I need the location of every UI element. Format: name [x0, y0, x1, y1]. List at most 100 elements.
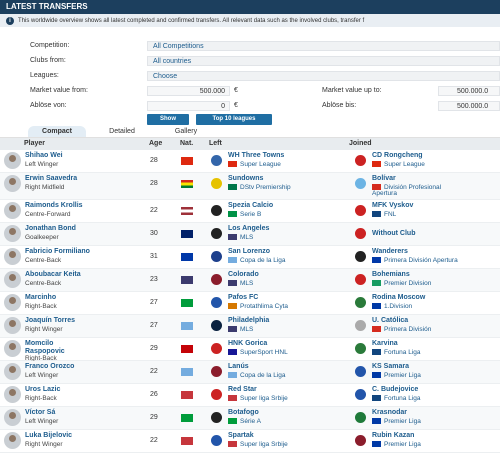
joined-league-text[interactable]: Premier Division [384, 280, 431, 287]
joined-club-name[interactable]: Bolívar [372, 175, 396, 182]
joined-club-league[interactable]: Premier Liga [372, 418, 421, 425]
joined-club-league[interactable]: Fortuna Liga [372, 349, 421, 356]
left-league-text[interactable]: DStv Premiership [240, 184, 291, 191]
joined-club-league[interactable]: Fortuna Liga [372, 395, 421, 402]
mv-upto-input[interactable]: 500.000.0 [438, 86, 500, 96]
joined-league-text[interactable]: Primera División [384, 326, 431, 333]
left-league-text[interactable]: Serie B [240, 211, 261, 218]
player-name[interactable]: Luka Bijelovic [25, 432, 72, 439]
joined-club-league[interactable]: Premier Division [372, 280, 431, 287]
left-club-name[interactable]: San Lorenzo [228, 248, 270, 255]
player-name[interactable]: Aboubacar Keita [25, 271, 81, 278]
left-club-league[interactable]: Copa de la Liga [228, 372, 286, 379]
left-club-league[interactable]: MLS [228, 280, 253, 287]
left-league-text[interactable]: Super liga Srbije [240, 441, 288, 448]
joined-league-text[interactable]: FNL [384, 211, 396, 218]
left-league-text[interactable]: Super liga Srbije [240, 395, 288, 402]
abl-bis-input[interactable]: 500.000.0 [438, 101, 500, 111]
competition-select[interactable]: All Competitions [147, 41, 500, 51]
joined-club-league[interactable]: FNL [372, 211, 396, 218]
tab-compact[interactable]: Compact [28, 126, 86, 137]
left-league-text[interactable]: SuperSport HNL [240, 349, 288, 356]
joined-club-name[interactable]: Rodina Moscow [372, 294, 425, 301]
left-club-name[interactable]: Colorado [228, 271, 259, 278]
joined-club-league[interactable]: Primera División [372, 326, 431, 333]
player-name[interactable]: Shihao Wei [25, 152, 63, 159]
left-club-league[interactable]: Série A [228, 418, 261, 425]
left-club-name[interactable]: HNK Gorica [228, 340, 267, 347]
left-club-name[interactable]: Lanús [228, 363, 249, 370]
left-league-text[interactable]: MLS [240, 280, 253, 287]
joined-league-text[interactable]: Super League [384, 161, 425, 168]
left-club-name[interactable]: Spartak [228, 432, 254, 439]
joined-club-name[interactable]: U. Católica [372, 317, 408, 324]
mv-from-input[interactable]: 500.000 [147, 86, 230, 96]
left-club-league[interactable]: Serie B [228, 211, 261, 218]
left-club-name[interactable]: Spezia Calcio [228, 202, 273, 209]
left-league-text[interactable]: MLS [240, 326, 253, 333]
abl-von-input[interactable]: 0 [147, 101, 230, 111]
left-club-league[interactable]: MLS [228, 234, 253, 241]
player-name[interactable]: Uros Lazic [25, 386, 60, 393]
left-club-name[interactable]: Sundowns [228, 175, 263, 182]
top10-leagues-button[interactable]: Top 10 leagues [196, 114, 272, 125]
left-club-league[interactable]: Super liga Srbije [228, 395, 288, 402]
player-name[interactable]: Momcilo [25, 340, 53, 347]
player-name[interactable]: Franco Orozco [25, 363, 74, 370]
joined-club-name[interactable]: MFK Vyskov [372, 202, 413, 209]
player-name[interactable]: Fabricio Formiliano [25, 248, 90, 255]
left-league-text[interactable]: Super League [240, 161, 281, 168]
player-name[interactable]: Víctor Sá [25, 409, 55, 416]
joined-club-name[interactable]: Without Club [372, 230, 415, 237]
player-name[interactable]: Erwin Saavedra [25, 175, 77, 182]
left-club-name[interactable]: Pafos FC [228, 294, 258, 301]
left-league-text[interactable]: Copa de la Liga [240, 257, 286, 264]
player-name[interactable]: Marcinho [25, 294, 56, 301]
joined-club-league[interactable]: Premier Liga [372, 441, 421, 448]
joined-club-league[interactable]: Super League [372, 161, 425, 168]
joined-club-name[interactable]: KS Samara [372, 363, 409, 370]
joined-club-league[interactable]: Premier Liga [372, 372, 421, 379]
joined-league-text[interactable]: 1.Division [384, 303, 412, 310]
col-player[interactable]: Player [24, 138, 45, 150]
left-club-league[interactable]: SuperSport HNL [228, 349, 288, 356]
left-club-name[interactable]: Philadelphia [228, 317, 269, 324]
left-club-league[interactable]: Protathlima Cyta [228, 303, 288, 310]
joined-club-name[interactable]: CD Rongcheng [372, 152, 423, 159]
joined-club-league[interactable]: 1.Division [372, 303, 412, 310]
joined-league-text[interactable]: Primera División Apertura [384, 257, 458, 264]
joined-league-text[interactable]: Fortuna Liga [384, 349, 421, 356]
left-club-league[interactable]: Super liga Srbije [228, 441, 288, 448]
tab-gallery[interactable]: Gallery [160, 126, 212, 137]
joined-club-name[interactable]: Bohemians [372, 271, 410, 278]
left-club-name[interactable]: Botafogo [228, 409, 259, 416]
left-club-league[interactable]: Copa de la Liga [228, 257, 286, 264]
tab-detailed[interactable]: Detailed [96, 126, 148, 137]
joined-league-text[interactable]: Premier Liga [384, 418, 421, 425]
joined-league-text[interactable]: Fortuna Liga [384, 395, 421, 402]
joined-league-text[interactable]: Premier Liga [384, 441, 421, 448]
left-club-name[interactable]: WH Three Towns [228, 152, 284, 159]
joined-club-name[interactable]: Krasnodar [372, 409, 407, 416]
left-league-text[interactable]: Protathlima Cyta [240, 303, 288, 310]
player-name[interactable]: Joaquín Torres [25, 317, 75, 324]
player-name[interactable]: Jonathan Bond [25, 225, 76, 232]
joined-club-league-line2[interactable]: Apertura [372, 190, 397, 197]
left-league-text[interactable]: MLS [240, 234, 253, 241]
joined-club-league[interactable]: Primera División Apertura [372, 257, 458, 264]
left-league-text[interactable]: Série A [240, 418, 261, 425]
joined-club-name[interactable]: Rubin Kazan [372, 432, 414, 439]
show-button[interactable]: Show [147, 114, 189, 125]
col-age[interactable]: Age [149, 138, 162, 150]
left-club-league[interactable]: MLS [228, 326, 253, 333]
player-name[interactable]: Raimonds Krollis [25, 202, 83, 209]
left-league-text[interactable]: Copa de la Liga [240, 372, 286, 379]
clubs-from-select[interactable]: All countries [147, 56, 500, 66]
player-name-line2[interactable]: Raspopovic [25, 348, 65, 355]
joined-club-name[interactable]: Wanderers [372, 248, 408, 255]
joined-league-text[interactable]: Premier Liga [384, 372, 421, 379]
left-club-league[interactable]: Super League [228, 161, 281, 168]
left-club-name[interactable]: Red Star [228, 386, 257, 393]
leagues-select[interactable]: Choose [147, 71, 500, 81]
joined-club-name[interactable]: C. Budejovice [372, 386, 418, 393]
